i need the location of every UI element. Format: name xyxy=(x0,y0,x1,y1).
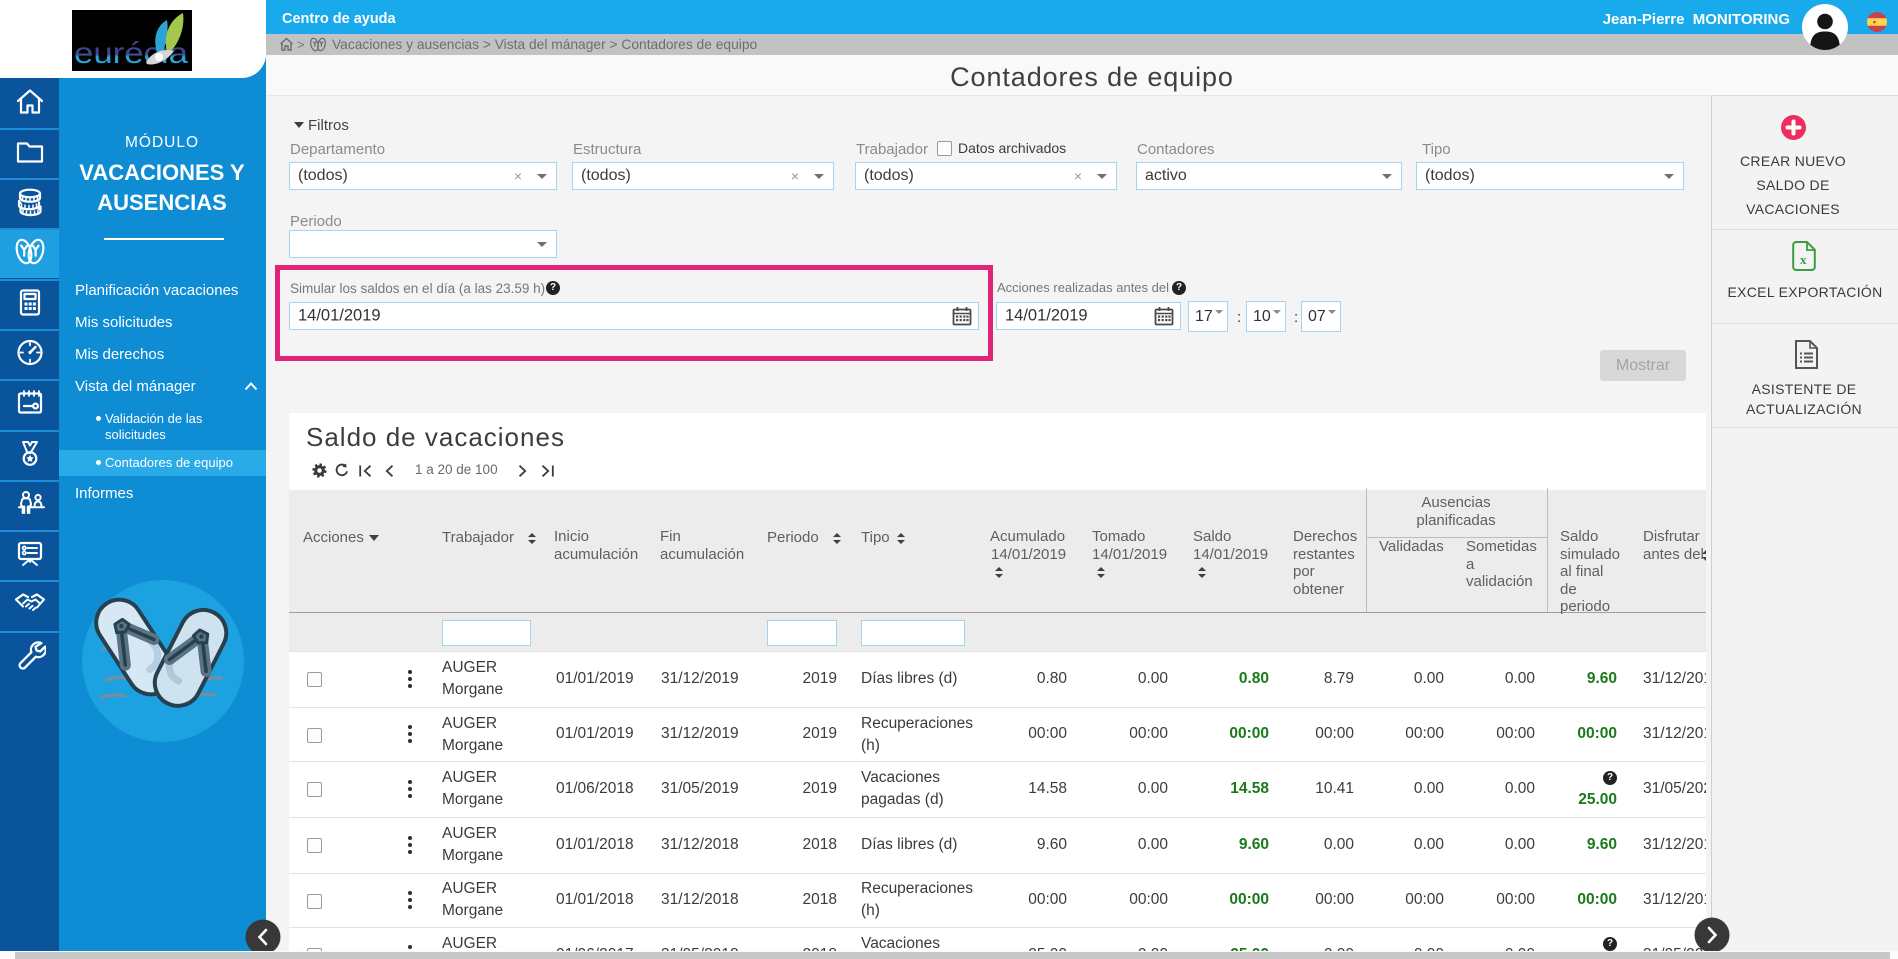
svg-text:x: x xyxy=(1800,252,1807,267)
